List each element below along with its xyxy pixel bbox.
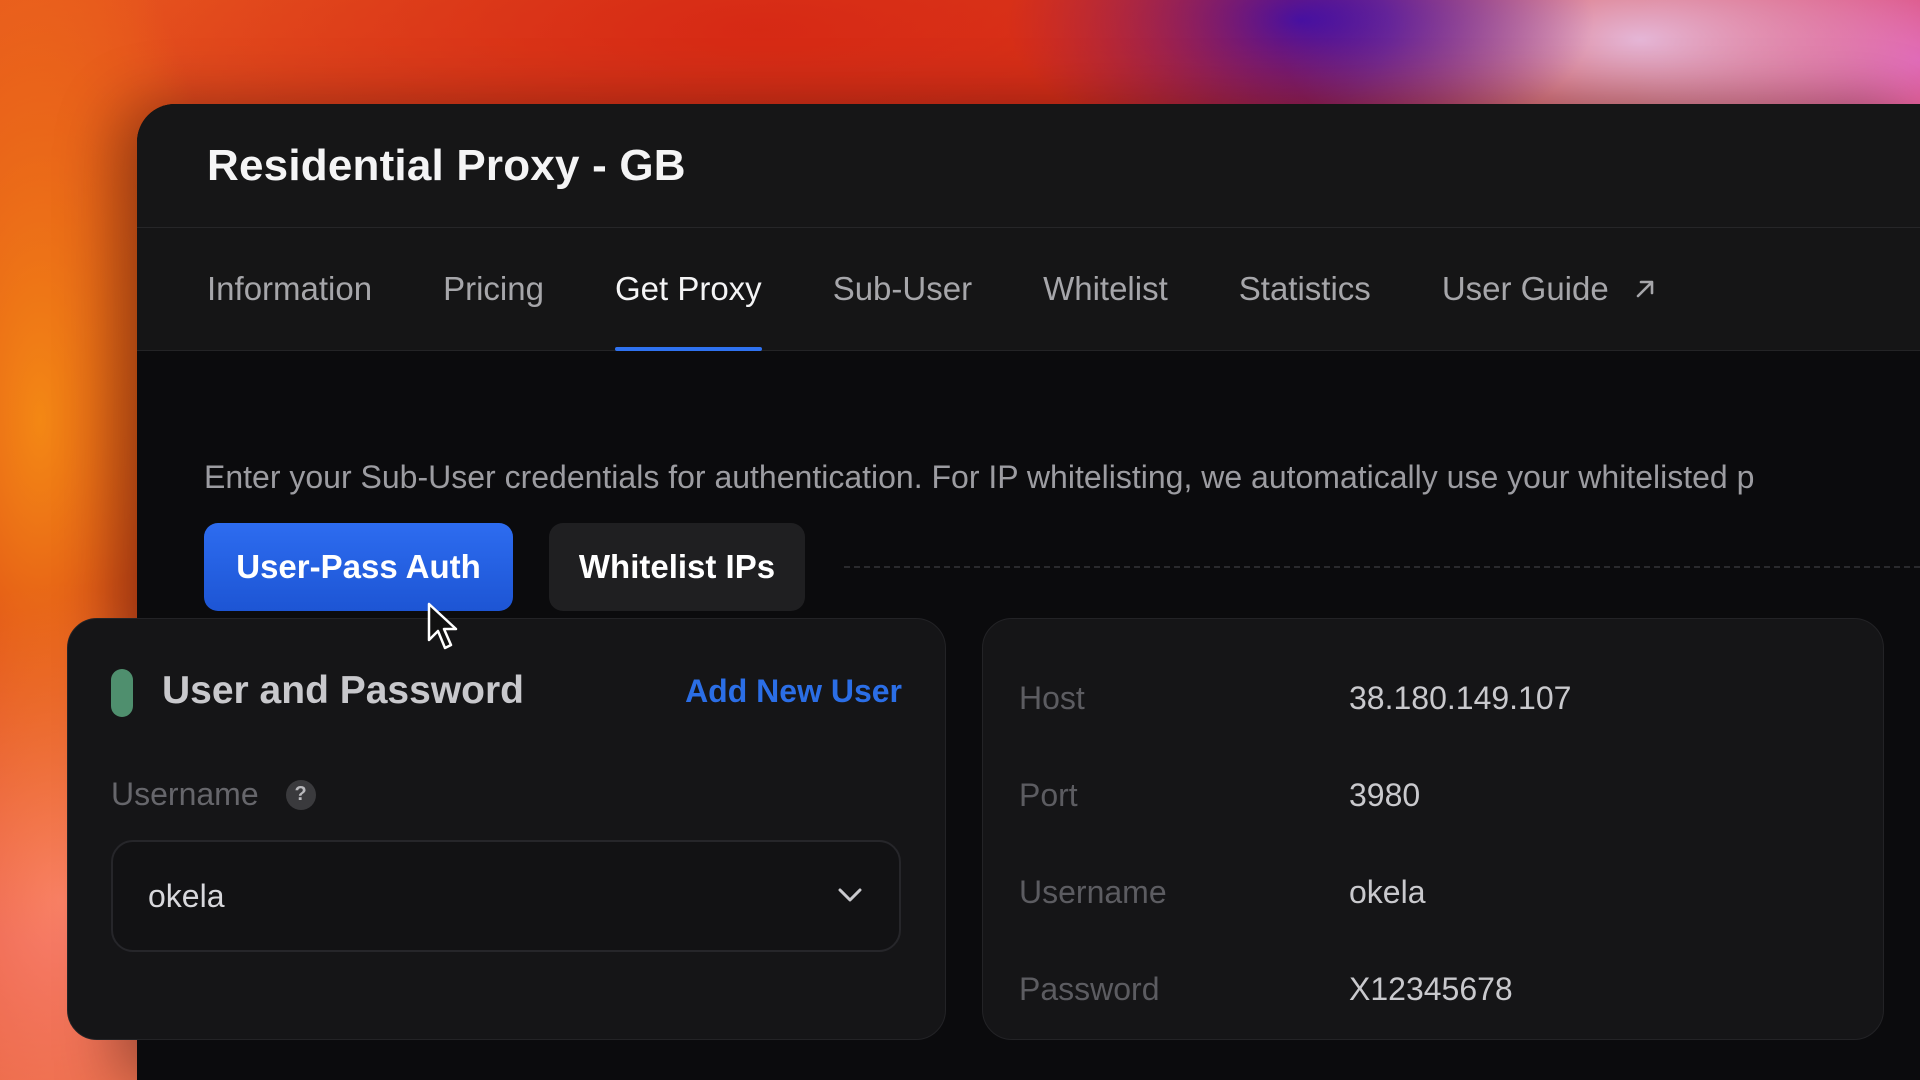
whitelist-ips-button[interactable]: Whitelist IPs xyxy=(549,523,805,611)
chevron-down-icon xyxy=(838,888,862,902)
username-select-value: okela xyxy=(148,877,225,914)
tab-get-proxy[interactable]: Get Proxy xyxy=(614,228,762,351)
detail-value[interactable]: okela xyxy=(1349,874,1426,911)
detail-row-password: Password X12345678 xyxy=(1019,971,1853,1019)
tab-label: Sub-User xyxy=(832,270,973,307)
username-field-label: Username ? xyxy=(111,776,316,813)
title-bar: Residential Proxy - GB xyxy=(137,104,1920,228)
page-title: Residential Proxy - GB xyxy=(207,140,686,190)
tab-label: Whitelist xyxy=(1043,270,1168,307)
tab-label: User Guide xyxy=(1441,270,1609,307)
tab-statistics[interactable]: Statistics xyxy=(1239,228,1371,350)
credentials-card: User and Password Add New User Username … xyxy=(67,618,946,1040)
detail-row-host: Host 38.180.149.107 xyxy=(1019,680,1853,728)
auth-hint-text: Enter your Sub-User credentials for auth… xyxy=(204,459,1755,495)
proxy-details-card: Host 38.180.149.107 Port 3980 Username o… xyxy=(982,618,1884,1040)
detail-key: Username xyxy=(1019,874,1167,910)
detail-row-port: Port 3980 xyxy=(1019,777,1853,825)
tab-label: Statistics xyxy=(1238,270,1371,307)
help-icon[interactable]: ? xyxy=(285,779,316,810)
dashed-divider xyxy=(844,566,1920,568)
tab-information[interactable]: Information xyxy=(207,228,372,350)
detail-value[interactable]: 3980 xyxy=(1349,777,1420,814)
tab-sub-user[interactable]: Sub-User xyxy=(833,228,972,350)
tab-user-guide[interactable]: User Guide xyxy=(1442,228,1659,350)
tab-bar: Information Pricing Get Proxy Sub-User W… xyxy=(137,228,1920,351)
detail-value[interactable]: X12345678 xyxy=(1349,971,1513,1008)
username-select[interactable]: okela xyxy=(111,840,901,952)
username-label-text: Username xyxy=(111,776,259,812)
detail-key: Password xyxy=(1019,971,1160,1007)
mouse-cursor-icon xyxy=(427,602,458,650)
tab-label: Get Proxy xyxy=(614,270,762,307)
detail-value[interactable]: 38.180.149.107 xyxy=(1349,680,1571,717)
status-pill-icon xyxy=(111,669,133,717)
tab-label: Pricing xyxy=(443,270,544,307)
credentials-card-header: User and Password Add New User xyxy=(111,667,902,717)
detail-key: Port xyxy=(1019,777,1078,813)
credentials-card-title: User and Password xyxy=(162,669,524,712)
auth-method-selector: User-Pass Auth Whitelist IPs xyxy=(204,523,1920,611)
detail-row-username: Username okela xyxy=(1019,874,1853,922)
user-pass-auth-button[interactable]: User-Pass Auth xyxy=(204,523,513,611)
detail-key: Host xyxy=(1019,680,1085,716)
tab-label: Information xyxy=(207,270,373,307)
tab-pricing[interactable]: Pricing xyxy=(443,228,544,350)
external-link-icon xyxy=(1636,280,1654,298)
add-new-user-link[interactable]: Add New User xyxy=(685,673,902,710)
tab-whitelist[interactable]: Whitelist xyxy=(1043,228,1168,350)
